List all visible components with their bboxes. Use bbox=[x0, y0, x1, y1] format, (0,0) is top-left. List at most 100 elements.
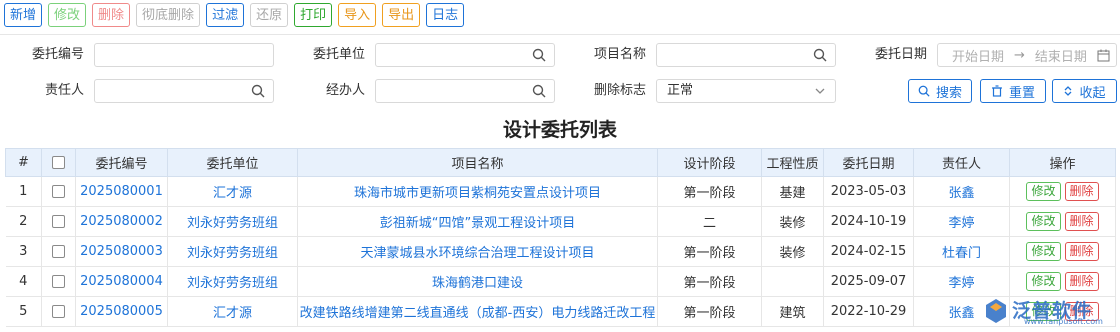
col-nature[interactable]: 工程性质 bbox=[761, 148, 824, 177]
delete-flag-value: 正常 bbox=[667, 83, 694, 98]
handler-label: 经办人 bbox=[325, 83, 365, 98]
unit-link[interactable]: 汇才源 bbox=[167, 176, 298, 207]
contract-no-link[interactable]: 2025080004 bbox=[75, 266, 168, 297]
col-unit[interactable]: 委托单位 bbox=[167, 148, 298, 177]
date-end-input[interactable]: 结束日期 bbox=[1035, 46, 1087, 65]
row-actions: 修改 删除 bbox=[1009, 236, 1116, 267]
nature-cell: 装修 bbox=[761, 206, 824, 237]
nature-cell: 基建 bbox=[761, 176, 824, 207]
unit-link[interactable]: 刘永好劳务班组 bbox=[167, 266, 298, 297]
project-link[interactable]: 天津蒙城县水环境综合治理工程设计项目 bbox=[297, 236, 658, 267]
date-range-picker[interactable]: 开始日期 → 结束日期 bbox=[937, 43, 1117, 67]
contract-no-label: 委托编号 bbox=[31, 47, 84, 62]
import-button[interactable]: 导入 bbox=[338, 3, 377, 27]
row-edit-button[interactable]: 修改 bbox=[1026, 242, 1061, 261]
row-edit-button[interactable]: 修改 bbox=[1026, 182, 1061, 201]
search-icon[interactable] bbox=[532, 84, 546, 98]
col-phase[interactable]: 设计阶段 bbox=[657, 148, 762, 177]
search-icon[interactable] bbox=[532, 48, 546, 62]
date-label: 委托日期 bbox=[874, 47, 927, 62]
col-project[interactable]: 项目名称 bbox=[297, 148, 658, 177]
row-delete-button[interactable]: 删除 bbox=[1064, 272, 1099, 291]
row-select bbox=[41, 266, 76, 297]
row-select bbox=[41, 176, 76, 207]
row-checkbox[interactable] bbox=[52, 215, 65, 228]
row-delete-button[interactable]: 删除 bbox=[1064, 182, 1099, 201]
log-button[interactable]: 日志 bbox=[426, 3, 465, 27]
project-link[interactable]: 彭祖新城“四馆”景观工程设计项目 bbox=[297, 206, 658, 237]
row-checkbox[interactable] bbox=[52, 185, 65, 198]
handler-input[interactable] bbox=[375, 79, 555, 103]
reset-button[interactable]: 重置 bbox=[980, 79, 1046, 103]
table-row[interactable]: 5 2025080005 汇才源 改建铁路线增建第二线直通线（成都-西安）电力线… bbox=[5, 296, 1116, 327]
restore-button[interactable]: 还原 bbox=[250, 3, 289, 27]
trash-icon bbox=[991, 85, 1002, 97]
row-checkbox[interactable] bbox=[52, 305, 65, 318]
unit-link[interactable]: 汇才源 bbox=[167, 296, 298, 327]
row-delete-button[interactable]: 删除 bbox=[1064, 242, 1099, 261]
phase-cell: 第一阶段 bbox=[657, 176, 762, 207]
export-button[interactable]: 导出 bbox=[382, 3, 421, 27]
purge-button[interactable]: 彻底删除 bbox=[136, 3, 201, 27]
row-actions: 修改 删除 bbox=[1009, 206, 1116, 237]
search-icon[interactable] bbox=[251, 84, 265, 98]
unit-link[interactable]: 刘永好劳务班组 bbox=[167, 236, 298, 267]
brand-logo-icon bbox=[986, 299, 1006, 323]
row-delete-button[interactable]: 删除 bbox=[1064, 212, 1099, 231]
row-checkbox[interactable] bbox=[52, 275, 65, 288]
contract-no-link[interactable]: 2025080005 bbox=[75, 296, 168, 327]
date-cell: 2024-02-15 bbox=[823, 236, 914, 267]
collapse-button-label: 收起 bbox=[1079, 85, 1106, 101]
print-button[interactable]: 打印 bbox=[294, 3, 333, 27]
toolbar: 新增 修改 删除 彻底删除 过滤 还原 打印 导入 导出 日志 bbox=[4, 3, 465, 27]
owner-link[interactable]: 李婷 bbox=[913, 206, 1010, 237]
filter-button[interactable]: 过滤 bbox=[206, 3, 245, 27]
row-edit-button[interactable]: 修改 bbox=[1026, 212, 1061, 231]
owner-input[interactable] bbox=[94, 79, 274, 103]
col-owner[interactable]: 责任人 bbox=[913, 148, 1010, 177]
table-row[interactable]: 2 2025080002 刘永好劳务班组 彭祖新城“四馆”景观工程设计项目 二 … bbox=[5, 206, 1116, 237]
brand-logo: 泛普软件 www.fanpusoft.com bbox=[982, 294, 1112, 328]
owner-link[interactable]: 李婷 bbox=[913, 266, 1010, 297]
unit-input[interactable] bbox=[375, 43, 555, 67]
nature-cell bbox=[761, 266, 824, 297]
delete-flag-select[interactable]: 正常 bbox=[656, 79, 836, 103]
date-start-input[interactable]: 开始日期 bbox=[952, 46, 1004, 65]
project-link[interactable]: 珠海市城市更新项目紫桐苑安置点设计项目 bbox=[297, 176, 658, 207]
col-date[interactable]: 委托日期 bbox=[823, 148, 914, 177]
range-arrow-icon: → bbox=[1014, 47, 1025, 63]
unit-link[interactable]: 刘永好劳务班组 bbox=[167, 206, 298, 237]
owner-link[interactable]: 杜春门 bbox=[913, 236, 1010, 267]
select-all-checkbox[interactable] bbox=[52, 156, 65, 169]
project-label: 项目名称 bbox=[593, 47, 646, 62]
row-select bbox=[41, 296, 76, 327]
owner-link[interactable]: 张鑫 bbox=[913, 176, 1010, 207]
edit-button[interactable]: 修改 bbox=[48, 3, 87, 27]
search-icon[interactable] bbox=[813, 48, 827, 62]
search-icon bbox=[918, 85, 930, 97]
contract-no-link[interactable]: 2025080003 bbox=[75, 236, 168, 267]
table-row[interactable]: 1 2025080001 汇才源 珠海市城市更新项目紫桐苑安置点设计项目 第一阶… bbox=[5, 176, 1116, 207]
nature-cell: 装修 bbox=[761, 236, 824, 267]
search-button-label: 搜索 bbox=[935, 85, 962, 101]
search-button[interactable]: 搜索 bbox=[908, 79, 972, 103]
contract-no-input[interactable] bbox=[94, 43, 274, 67]
project-link[interactable]: 珠海鹤港口建设 bbox=[297, 266, 658, 297]
add-button[interactable]: 新增 bbox=[4, 3, 43, 27]
delete-button[interactable]: 删除 bbox=[92, 3, 131, 27]
col-index: # bbox=[5, 148, 42, 177]
row-checkbox[interactable] bbox=[52, 245, 65, 258]
project-link[interactable]: 改建铁路线增建第二线直通线（成都-西安）电力线路迁改工程 bbox=[297, 296, 658, 327]
contract-no-link[interactable]: 2025080002 bbox=[75, 206, 168, 237]
table-row[interactable]: 4 2025080004 刘永好劳务班组 珠海鹤港口建设 第一阶段 2025-0… bbox=[5, 266, 1116, 297]
collapse-button[interactable]: 收起 bbox=[1052, 79, 1117, 103]
row-edit-button[interactable]: 修改 bbox=[1026, 272, 1061, 291]
row-index: 2 bbox=[5, 206, 42, 237]
contract-no-link[interactable]: 2025080001 bbox=[75, 176, 168, 207]
col-contract-no[interactable]: 委托编号 bbox=[75, 148, 168, 177]
collapse-icon bbox=[1065, 86, 1072, 96]
project-input[interactable] bbox=[656, 43, 836, 67]
table-row[interactable]: 3 2025080003 刘永好劳务班组 天津蒙城县水环境综合治理工程设计项目 … bbox=[5, 236, 1116, 267]
list-title: 设计委托列表 bbox=[502, 119, 617, 141]
row-select bbox=[41, 206, 76, 237]
